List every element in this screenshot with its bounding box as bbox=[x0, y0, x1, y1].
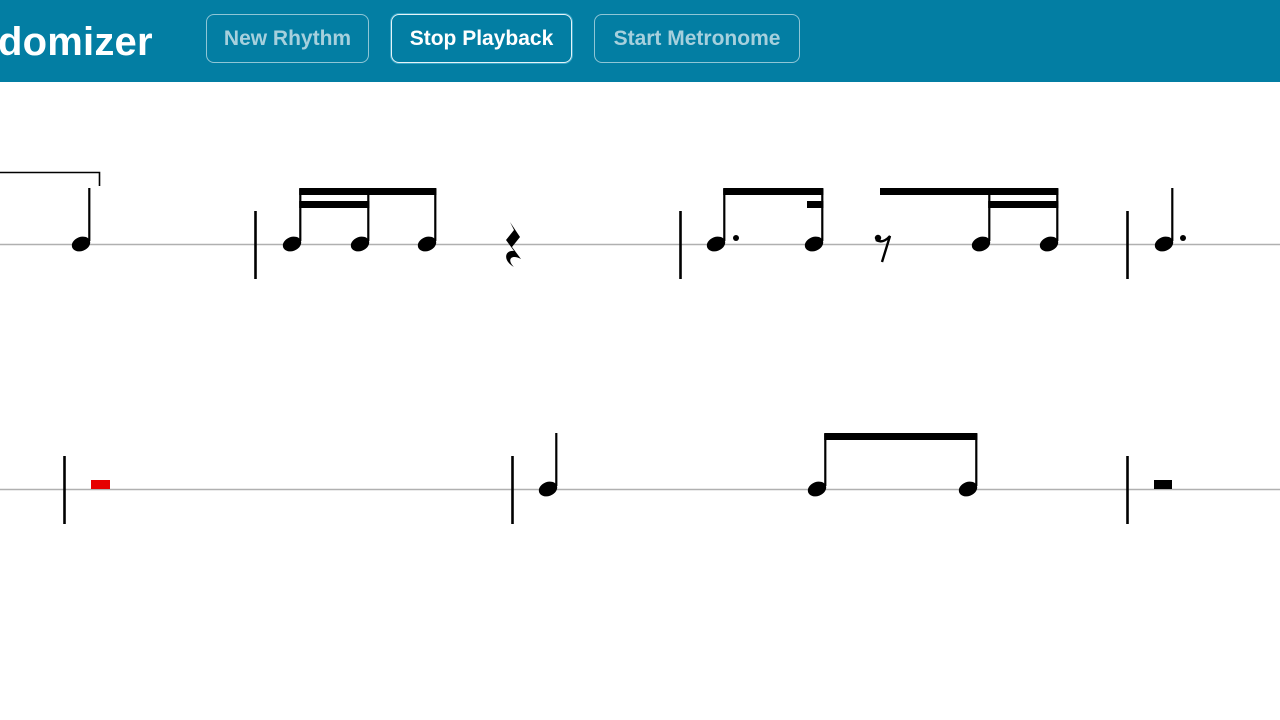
quarter-note bbox=[538, 433, 558, 497]
staff-row-2 bbox=[0, 433, 1280, 524]
new-rhythm-button[interactable]: New Rhythm bbox=[206, 14, 369, 63]
eighth-rest bbox=[874, 234, 892, 263]
app-title: domizer bbox=[0, 20, 153, 64]
header-bar: domizer New Rhythm Stop Playback Start M… bbox=[0, 0, 1280, 82]
tie-bracket bbox=[0, 171, 101, 186]
stop-playback-button[interactable]: Stop Playback bbox=[391, 14, 572, 63]
whole-rest-highlighted bbox=[91, 480, 110, 489]
quarter-note bbox=[71, 188, 91, 252]
staff-row-1 bbox=[0, 171, 1280, 279]
whole-rest bbox=[1154, 480, 1172, 489]
score-area bbox=[0, 171, 1280, 524]
start-metronome-button[interactable]: Start Metronome bbox=[594, 14, 800, 63]
